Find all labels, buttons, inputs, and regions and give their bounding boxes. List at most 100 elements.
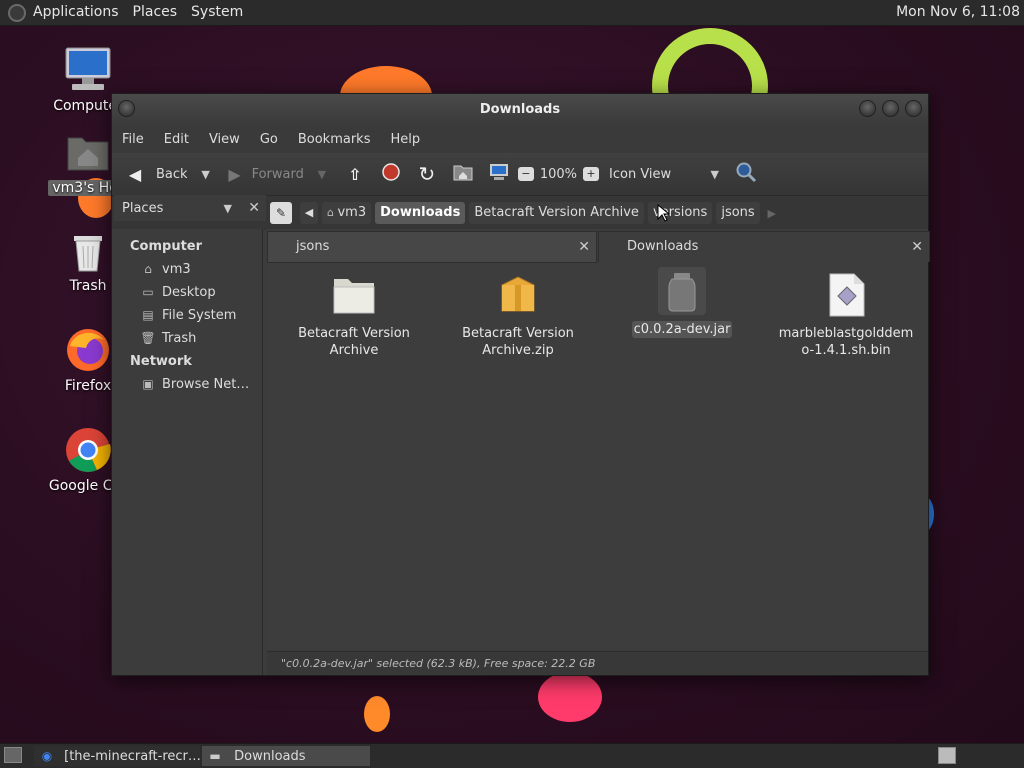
file-item[interactable]: marbleblastgolddemo-1.4.1.sh.bin (776, 271, 916, 359)
taskbar-item-downloads[interactable]: ▬ Downloads (202, 746, 370, 766)
forward-history-dropdown-icon[interactable]: ▼ (312, 168, 332, 181)
menu-go[interactable]: Go (250, 132, 288, 147)
show-desktop-icon[interactable] (4, 747, 22, 763)
file-name: Betacraft Version Archive.zip (462, 326, 574, 358)
taskbar-item-chrome[interactable]: ◉ [the-minecraft-recr… (34, 746, 200, 766)
trash-icon: 🗑 (140, 331, 156, 345)
breadcrumb-betacraft-version-archive[interactable]: Betacraft Version Archive (469, 202, 644, 224)
toolbar: ◀ Back ▼ ▶ Forward ▼ ⇧ ↻ − 100% + Icon V… (112, 153, 928, 196)
file-name: c0.0.2a-dev.jar (631, 321, 733, 338)
taskbar-label: [the-minecraft-recr… (64, 749, 200, 764)
forward-label: Forward (251, 166, 304, 182)
close-sidebar-icon[interactable]: ✕ (248, 200, 260, 216)
folder-icon (330, 271, 378, 319)
computer-icon (64, 46, 112, 94)
home-icon: ⌂ (327, 206, 338, 219)
sidebar-item-label: Browse Net… (162, 377, 250, 392)
gnome-logo-icon[interactable] (8, 3, 26, 22)
tab-jsons[interactable]: jsons ✕ (267, 231, 597, 263)
drive-icon: ▤ (142, 308, 154, 322)
zoom-level[interactable]: 100% (540, 167, 577, 182)
home-folder-icon (64, 128, 112, 176)
breadcrumb-label: vm3 (337, 205, 367, 220)
sidebar-item-desktop[interactable]: ▭ Desktop (112, 281, 262, 304)
edit-location-icon[interactable]: ✎ (270, 202, 292, 224)
folder-icon: ▬ (209, 749, 221, 763)
network-icon: ▣ (142, 377, 154, 391)
sidebar-item-vm3[interactable]: ⌂ vm3 (112, 258, 262, 281)
desktop-icon: ▭ (142, 285, 154, 299)
menu-edit[interactable]: Edit (154, 132, 199, 147)
back-button[interactable]: ◀ Back (122, 165, 188, 184)
breadcrumb-vm3[interactable]: ⌂ vm3 (322, 202, 372, 224)
file-name: Betacraft Version Archive (298, 326, 410, 358)
sidebar-item-label: vm3 (162, 262, 191, 277)
close-button[interactable] (905, 100, 922, 117)
clock[interactable]: Mon Nov 6, 11:08 (896, 0, 1020, 25)
wallpaper-blob (364, 696, 390, 732)
file-pane: jsons ✕ Downloads ✕ Betacraft Version Ar… (267, 229, 930, 675)
file-item[interactable]: Betacraft Version Archive.zip (448, 271, 588, 359)
menu-places[interactable]: Places (126, 0, 185, 25)
menubar: File Edit View Go Bookmarks Help (112, 125, 928, 153)
up-arrow-icon[interactable]: ⇧ (342, 165, 368, 184)
icon-view[interactable]: Betacraft Version Archive Betacraft Vers… (267, 263, 928, 647)
back-arrow-icon: ◀ (128, 164, 142, 184)
status-bar: "c0.0.2a-dev.jar" selected (62.3 kB), Fr… (267, 651, 928, 675)
menu-file[interactable]: File (112, 132, 154, 147)
file-name: marbleblastgolddemo-1.4.1.sh.bin (778, 326, 914, 358)
file-item-selected[interactable]: c0.0.2a-dev.jar (612, 267, 752, 338)
mouse-cursor-icon (657, 204, 669, 222)
workspace-switcher-icon[interactable] (938, 747, 956, 764)
chevron-down-icon[interactable]: ▼ (224, 202, 232, 215)
computer-icon[interactable] (486, 163, 512, 185)
firefox-icon (64, 326, 112, 374)
breadcrumb-scroll-right-icon[interactable]: ▶ (764, 207, 780, 220)
top-panel: Applications Places System Mon Nov 6, 11… (0, 0, 1024, 26)
minimize-button[interactable] (859, 100, 876, 117)
breadcrumb-downloads[interactable]: Downloads (375, 202, 466, 224)
forward-button[interactable]: ▶ Forward (222, 165, 304, 184)
sidebar-item-trash[interactable]: 🗑 Trash (112, 327, 262, 350)
bottom-panel: ◉ [the-minecraft-recr… ▬ Downloads (0, 743, 1024, 768)
sidebar-item-label: Desktop (162, 285, 216, 300)
back-history-dropdown-icon[interactable]: ▼ (196, 168, 216, 181)
back-label: Back (156, 166, 188, 182)
breadcrumb-scroll-left-icon[interactable]: ◀ (300, 202, 318, 224)
menu-applications[interactable]: Applications (26, 0, 126, 25)
sidebar-section-network: Network (130, 354, 192, 369)
menu-bookmarks[interactable]: Bookmarks (288, 132, 381, 147)
stop-icon[interactable] (378, 163, 404, 185)
reload-icon[interactable]: ↻ (414, 162, 440, 186)
tab-label: Downloads (627, 239, 699, 254)
sidebar: Places ▼ ✕ Computer ⌂ vm3 ▭ Desktop ▤ Fi… (112, 195, 266, 675)
home-icon: ⌂ (144, 262, 152, 276)
window-titlebar[interactable]: Downloads (112, 94, 928, 125)
chevron-down-icon: ▼ (710, 167, 720, 181)
sidebar-selector[interactable]: Places ▼ ✕ (114, 195, 266, 221)
jar-icon (658, 267, 706, 315)
menu-view[interactable]: View (199, 132, 250, 147)
sidebar-item-browse-network[interactable]: ▣ Browse Net… (112, 373, 262, 396)
maximize-button[interactable] (882, 100, 899, 117)
wallpaper-blob (538, 672, 602, 722)
breadcrumb-jsons[interactable]: jsons (716, 202, 760, 224)
view-mode-select[interactable]: Icon View ▼ (609, 167, 719, 182)
file-item[interactable]: Betacraft Version Archive (284, 271, 424, 359)
tab-downloads[interactable]: Downloads ✕ (598, 231, 930, 262)
zoom-in-icon[interactable]: + (583, 167, 600, 181)
tab-bar: jsons ✕ Downloads ✕ (267, 229, 930, 263)
file-manager-window: Downloads File Edit View Go Bookmarks He… (111, 93, 930, 676)
sidebar-item-label: File System (162, 308, 237, 323)
menu-system[interactable]: System (184, 0, 250, 25)
menu-help[interactable]: Help (380, 132, 430, 147)
close-tab-icon[interactable]: ✕ (578, 232, 590, 262)
taskbar-label: Downloads (234, 749, 306, 764)
home-icon[interactable] (450, 163, 476, 185)
search-icon[interactable] (733, 161, 759, 187)
close-tab-icon[interactable]: ✕ (911, 232, 923, 262)
sidebar-title: Places (122, 200, 164, 216)
sidebar-item-file-system[interactable]: ▤ File System (112, 304, 262, 327)
trash-icon (64, 226, 112, 274)
zoom-out-icon[interactable]: − (517, 167, 534, 181)
